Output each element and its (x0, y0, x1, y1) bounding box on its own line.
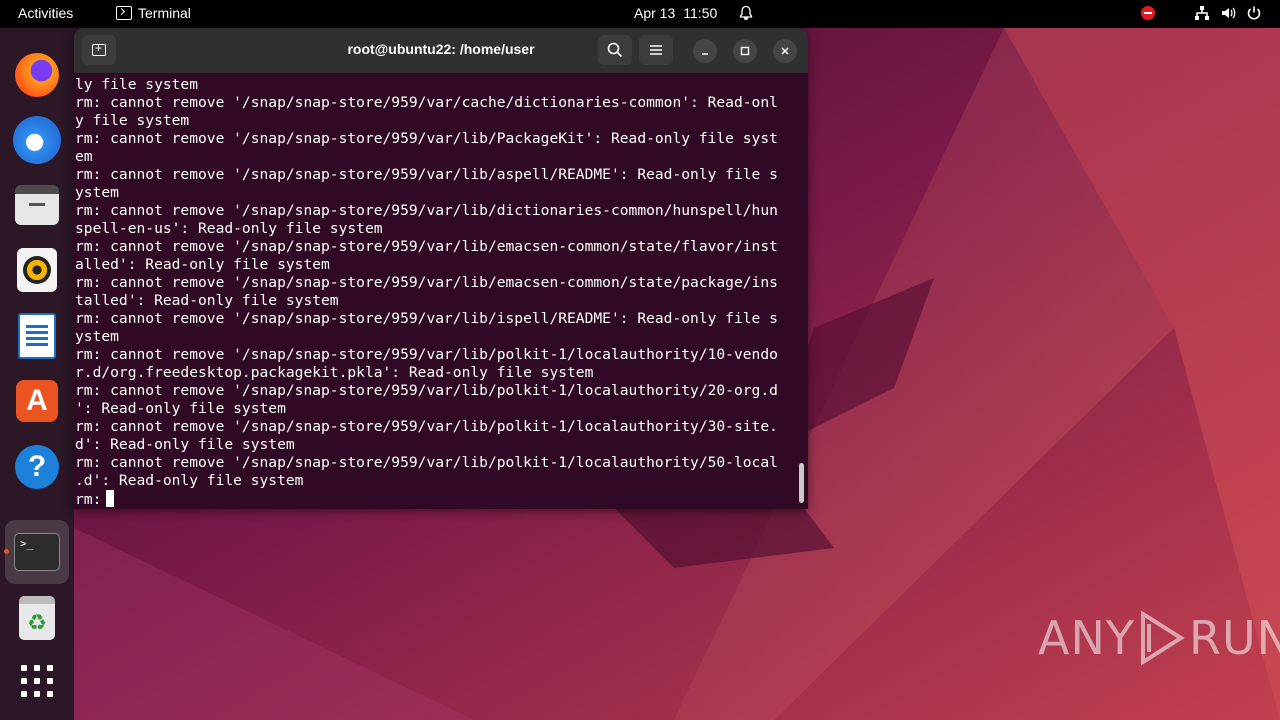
terminal-line: rm: cannot remove '/snap/snap-store/959/… (75, 202, 778, 219)
terminal-line: talled': Read-only file system (75, 292, 339, 309)
watermark-left: ANY (1038, 611, 1135, 665)
terminal-line: ystem (75, 328, 119, 345)
play-logo-icon (1140, 610, 1185, 666)
dock-software[interactable]: A (13, 377, 61, 425)
terminal-line: em (75, 148, 93, 165)
terminal-window: root@ubuntu22: /home/user ly file system… (74, 28, 808, 509)
terminal-line: rm: cannot remove '/snap/snap-store/959/… (75, 166, 778, 183)
terminal-line: rm: cannot remove '/snap/snap-store/959/… (75, 346, 778, 363)
dock-writer[interactable] (13, 312, 61, 360)
show-applications-button[interactable] (13, 657, 61, 705)
maximize-button[interactable] (733, 39, 757, 63)
help-icon: ? (15, 445, 59, 489)
watermark-right: RUN (1188, 611, 1280, 665)
dock: A ? >_ ♻ (0, 28, 74, 720)
terminal-line: rm: cannot remove '/snap/snap-store/959/… (75, 454, 778, 471)
terminal-icon: >_ (14, 533, 60, 571)
terminal-app-icon (116, 6, 132, 20)
scrollbar[interactable] (799, 463, 804, 503)
dock-files[interactable] (13, 181, 61, 229)
firefox-icon (15, 53, 59, 97)
minimize-button[interactable] (693, 39, 717, 63)
files-icon (15, 185, 59, 225)
minimize-icon (702, 53, 708, 55)
hamburger-icon (650, 45, 662, 55)
clock-date: Apr 13 (634, 5, 676, 21)
app-store-icon: A (16, 380, 58, 422)
clock[interactable]: Apr 13 11:50 (634, 5, 717, 21)
terminal-line: ': Read-only file system (75, 400, 286, 417)
maximize-icon (740, 46, 750, 56)
terminal-line: rm: cannot remove '/snap/snap-store/959/… (75, 274, 778, 291)
terminal-line: spell-en-us': Read-only file system (75, 220, 383, 237)
terminal-line: ly file system (75, 76, 199, 93)
bell-icon (739, 5, 753, 21)
terminal-output[interactable]: ly file system rm: cannot remove '/snap/s… (75, 73, 805, 509)
terminal-line: y file system (75, 112, 190, 129)
terminal-line: ystem (75, 184, 119, 201)
dock-terminal[interactable]: >_ (5, 520, 69, 584)
terminal-line: d': Read-only file system (75, 436, 295, 453)
system-tray[interactable] (1140, 5, 1262, 21)
terminal-line: rm: cannot remove '/snap/snap-store/959/… (75, 382, 778, 399)
app-menu-label: Terminal (138, 5, 191, 21)
trash-icon: ♻ (19, 596, 55, 640)
terminal-line: rm: cannot remove '/snap/snap-store/959/… (75, 310, 778, 327)
search-button[interactable] (598, 35, 632, 65)
running-indicator (4, 549, 9, 554)
app-menu[interactable]: Terminal (116, 5, 191, 21)
anyrun-watermark: ANY RUN (1038, 610, 1280, 666)
terminal-prompt: rm: (75, 491, 102, 508)
dock-thunderbird[interactable] (13, 116, 61, 164)
app-grid-icon (21, 665, 53, 697)
close-icon (781, 47, 789, 55)
terminal-titlebar[interactable]: root@ubuntu22: /home/user (74, 28, 808, 73)
terminal-line: .d': Read-only file system (75, 472, 304, 489)
dock-firefox[interactable] (13, 51, 61, 99)
rhythmbox-icon (17, 248, 57, 292)
menu-button[interactable] (639, 35, 673, 65)
terminal-prompt-line: rm: (75, 490, 805, 508)
volume-icon (1222, 7, 1236, 19)
writer-icon (18, 313, 56, 359)
terminal-line: alled': Read-only file system (75, 256, 330, 273)
search-icon (607, 42, 623, 58)
terminal-line: rm: cannot remove '/snap/snap-store/959/… (75, 418, 778, 435)
activities-button[interactable]: Activities (18, 5, 73, 21)
dock-rhythmbox[interactable] (13, 246, 61, 294)
text-cursor (106, 490, 115, 507)
do-not-disturb-icon (1140, 5, 1156, 21)
terminal-line: rm: cannot remove '/snap/snap-store/959/… (75, 94, 778, 111)
clock-time: 11:50 (683, 5, 718, 21)
network-icon (1195, 6, 1209, 20)
terminal-line: rm: cannot remove '/snap/snap-store/959/… (75, 130, 778, 147)
top-bar: Activities Terminal Apr 13 11:50 (0, 0, 1280, 28)
terminal-line: rm: cannot remove '/snap/snap-store/959/… (75, 238, 778, 255)
terminal-line: r.d/org.freedesktop.packagekit.pkla': Re… (75, 364, 594, 381)
thunderbird-icon (13, 116, 61, 164)
dock-help[interactable]: ? (13, 443, 61, 491)
close-button[interactable] (773, 39, 797, 63)
power-icon (1247, 6, 1261, 20)
dock-trash[interactable]: ♻ (13, 594, 61, 642)
